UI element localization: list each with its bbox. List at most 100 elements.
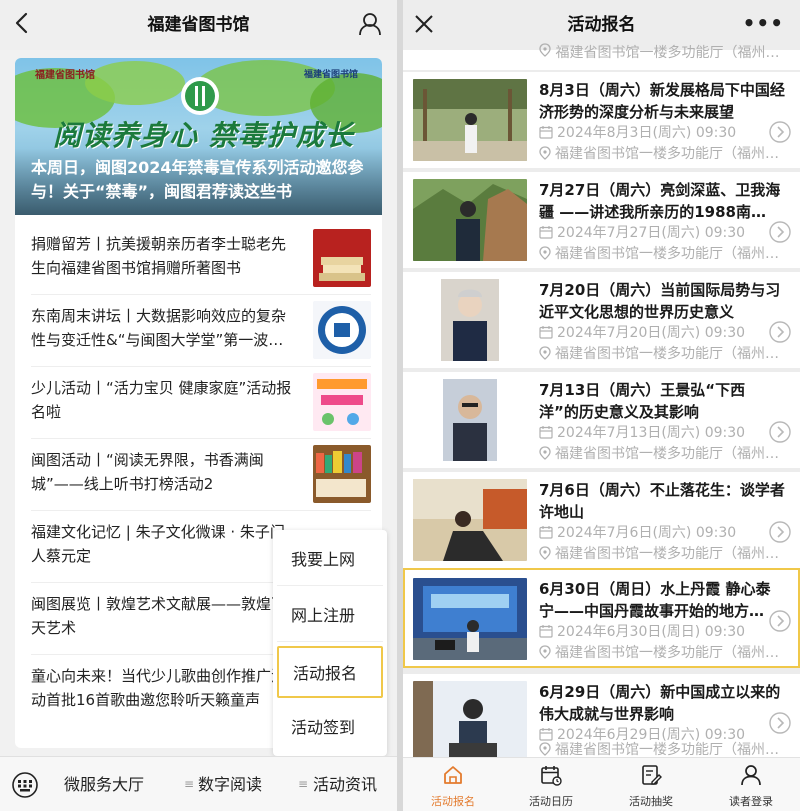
article-title: 捐赠留芳丨抗美援朝亲历者李士聪老先生向福建省图书馆捐赠所著图书 <box>31 235 287 277</box>
back-icon[interactable] <box>10 10 36 36</box>
event-title: 6月29日（周六）新中国成立以来的伟大成就与世界影响 <box>539 683 781 723</box>
event-item[interactable]: 7月20日（周六）当前国际局势与习近平文化思想的世界历史意义 2024年7月20… <box>403 272 800 368</box>
banner-org-left: 福建省图书馆 <box>35 70 95 81</box>
menu-item-event-checkin[interactable]: 活动签到 <box>277 702 383 754</box>
location-pin-icon <box>539 246 551 260</box>
location-pin-icon <box>539 645 551 659</box>
event-item[interactable]: 6月30日（周日）水上丹霞 静心泰宁——中国丹霞故事开始的地方… 2024年6月… <box>403 568 800 668</box>
calendar-icon <box>539 126 553 139</box>
edit-icon <box>642 765 662 785</box>
article-item[interactable]: 东南周末讲坛丨大数据影响效应的复杂性与变迁性&“与闽图大学堂”第一波… <box>31 295 371 367</box>
event-title: 7月6日（周六）不止落花生：谈学者许地山 <box>539 481 785 521</box>
user-icon[interactable] <box>357 11 383 37</box>
bookshelf-thumb-image <box>313 445 371 503</box>
kids-poster-thumb-image <box>313 373 371 431</box>
banner-org-right: 福建省图书馆 <box>303 70 358 80</box>
event-item[interactable]: 7月13日（周六）王景弘“下西洋”的历史意义及其影响 2024年7月13日(周六… <box>403 372 800 468</box>
event-date: 2024年7月27日(周六) 09:30 <box>539 223 754 243</box>
location-pin-icon <box>539 742 551 756</box>
event-item[interactable]: 7月6日（周六）不止落花生：谈学者许地山 2024年7月6日(周六) 09:30… <box>403 472 800 568</box>
tab-label: 读者登录 <box>729 795 773 808</box>
chevron-right-icon[interactable] <box>769 221 791 243</box>
chevron-right-icon[interactable] <box>769 712 791 734</box>
menu-item-register[interactable]: 网上注册 <box>277 590 383 642</box>
event-date: 2024年7月6日(周六) 09:30 <box>539 523 754 543</box>
event-date: 2024年8月3日(周六) 09:30 <box>539 123 754 143</box>
tab-event-signup[interactable]: 活动报名 <box>413 758 493 811</box>
article-item[interactable]: 少儿活动丨“活力宝贝 健康家庭”活动报名啦 <box>31 367 371 439</box>
partial-list-item: 福建省图书馆一楼多功能厅（福州… <box>403 43 800 70</box>
event-date: 2024年6月30日(周日) 09:30 <box>539 622 754 642</box>
featured-banner[interactable]: 福建省图书馆 福建省图书馆 阅读养身心 禁毒护成长 本周日，闽图2024年禁毒宣… <box>15 58 382 215</box>
event-photo <box>413 379 527 461</box>
chevron-right-icon[interactable] <box>769 610 791 632</box>
chevron-right-icon[interactable] <box>769 121 791 143</box>
menu-digital-reading[interactable]: 数字阅读 <box>198 757 262 811</box>
event-title: 6月30日（周日）水上丹霞 静心泰宁——中国丹霞故事开始的地方… <box>539 580 771 620</box>
article-title: 东南周末讲坛丨大数据影响效应的复杂性与变迁性&“与闽图大学堂”第一波… <box>31 307 287 349</box>
menu-list-icon: ≡ <box>184 777 195 791</box>
keyboard-icon[interactable] <box>12 772 38 798</box>
right-pane: 活动报名 ••• 福建省图书馆一楼多功能厅（福州… 8月3日（周六）新发展格局下… <box>403 0 800 811</box>
tab-label: 活动报名 <box>431 795 475 808</box>
article-item[interactable]: 捐赠留芳丨抗美援朝亲历者李士聪老先生向福建省图书馆捐赠所著图书 <box>31 223 371 295</box>
event-item[interactable]: 6月29日（周六）新中国成立以来的伟大成就与世界影响 2024年6月29日(周六… <box>403 674 800 763</box>
chevron-right-icon[interactable] <box>769 521 791 543</box>
event-item[interactable]: 7月27日（周六）亮剑深蓝、卫我海疆 ——讲述我所亲历的1988南… 2024年… <box>403 172 800 268</box>
close-icon[interactable] <box>413 13 435 35</box>
bottom-tab-bar: 活动报名 活动日历 活动抽奖 读者登录 <box>403 757 800 811</box>
article-title: 童心向未来！当代少儿歌曲创作推广活动首批16首歌曲邀您聆听天籁童声 <box>31 667 287 709</box>
event-photo <box>413 681 527 763</box>
location-pin-icon <box>539 446 551 460</box>
calendar-icon <box>539 625 553 638</box>
event-item[interactable]: 8月3日（周六）新发展格局下中国经济形势的深度分析与未来展望 2024年8月3日… <box>403 72 800 168</box>
menu-item-event-signup[interactable]: 活动报名 <box>277 646 383 698</box>
event-date: 2024年7月13日(周六) 09:30 <box>539 423 754 443</box>
location-pin-icon <box>539 43 551 57</box>
chevron-right-icon[interactable] <box>769 421 791 443</box>
event-location: 福建省图书馆一楼多功能厅（福州… <box>539 544 785 564</box>
tab-event-calendar[interactable]: 活动日历 <box>511 758 591 811</box>
banner-caption: 本周日，闽图2024年禁毒宣传系列活动邀您参与！关于“禁毒”，闽图君荐读这些书 <box>31 158 364 201</box>
menu-list-icon: ≡ <box>298 777 309 791</box>
calendar-icon <box>539 728 553 741</box>
article-title: 少儿活动丨“活力宝贝 健康家庭”活动报名啦 <box>31 379 292 421</box>
event-title: 7月13日（周六）王景弘“下西洋”的历史意义及其影响 <box>539 381 746 421</box>
event-photo <box>413 79 527 161</box>
event-title: 7月27日（周六）亮剑深蓝、卫我海疆 ——讲述我所亲历的1988南… <box>539 181 781 221</box>
books-thumb-image <box>313 229 371 287</box>
event-location: 福建省图书馆一楼多功能厅（福州… <box>539 144 785 164</box>
home-icon <box>444 766 462 784</box>
calendar-icon <box>539 526 553 539</box>
more-icon[interactable]: ••• <box>743 11 784 35</box>
menu-item-go-online[interactable]: 我要上网 <box>277 534 383 586</box>
bottom-menu-bar: 微服务大厅 ≡ 数字阅读 ≡ 活动资讯 <box>0 756 397 811</box>
event-location: 福建省图书馆一楼多功能厅（福州… <box>539 444 785 464</box>
location-pin-icon <box>539 546 551 560</box>
article-title: 闽图展览丨敦煌艺术文献展——敦煌飞天艺术 <box>31 595 287 637</box>
event-location: 福建省图书馆一楼多功能厅（福州… <box>539 42 779 62</box>
menu-micro-service-hall[interactable]: 微服务大厅 <box>64 757 144 811</box>
university-logo-thumb-image <box>313 301 371 359</box>
event-date: 2024年7月20日(周六) 09:30 <box>539 323 754 343</box>
calendar-icon <box>539 326 553 339</box>
left-header: 福建省图书馆 <box>0 0 397 50</box>
tab-event-lottery[interactable]: 活动抽奖 <box>611 758 691 811</box>
chevron-right-icon[interactable] <box>769 321 791 343</box>
article-item[interactable]: 闽图活动丨“阅读无界限，书香满闽城”——线上听书打榜活动2 <box>31 439 371 511</box>
event-location: 福建省图书馆一楼多功能厅（福州… <box>539 643 785 663</box>
menu-event-news[interactable]: 活动资讯 <box>313 757 377 811</box>
location-pin-icon <box>539 346 551 360</box>
event-title: 7月20日（周六）当前国际局势与习近平文化思想的世界历史意义 <box>539 281 781 321</box>
left-pane: 福建省图书馆 福建省图书馆 福建省图书馆 阅读养身心 禁毒护成长 本周日，闽图2… <box>0 0 397 811</box>
user-icon <box>741 765 761 786</box>
page-title: 福建省图书馆 <box>147 15 250 35</box>
calendar-icon <box>541 766 562 786</box>
location-pin-icon <box>539 146 551 160</box>
tab-label: 活动抽奖 <box>629 795 673 808</box>
event-location: 福建省图书馆一楼多功能厅（福州… <box>539 344 785 364</box>
tab-reader-login[interactable]: 读者登录 <box>711 758 791 811</box>
tab-label: 活动日历 <box>529 795 573 808</box>
event-title: 8月3日（周六）新发展格局下中国经济形势的深度分析与未来展望 <box>539 81 785 121</box>
calendar-icon <box>539 426 553 439</box>
